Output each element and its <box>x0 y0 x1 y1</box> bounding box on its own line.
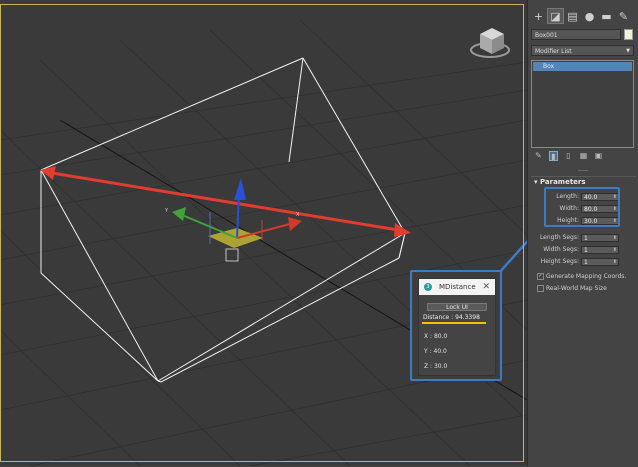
chevron-down-icon: ▼ <box>626 48 630 54</box>
width-segs-value: 1 <box>584 247 588 254</box>
stack-toolbar: ✎ ▮ ▯ ▦ ▣ <box>531 150 634 162</box>
mdistance-callout: 3 MDistance ✕ Lock UI Distance : 94.3398… <box>410 270 502 381</box>
z-readout: Z : 30.0 <box>424 363 448 370</box>
configure-modifier-sets-icon[interactable]: ▣ <box>594 151 603 161</box>
svg-text:Y: Y <box>164 208 169 214</box>
viewcube-icon[interactable] <box>470 28 510 58</box>
mdistance-title: MDistance <box>439 283 476 291</box>
distance-underline <box>422 322 486 324</box>
hierarchy-tab-icon[interactable]: ▤ <box>564 8 581 24</box>
callout-connector <box>497 239 527 275</box>
height-segs-label: Height Segs: <box>540 258 579 265</box>
height-segs-spinner[interactable]: 1 ⬍ <box>581 258 619 266</box>
x-readout: X : 80.0 <box>424 333 448 340</box>
width-segs-spinner[interactable]: 1 ⬍ <box>581 246 619 254</box>
remove-modifier-icon[interactable]: ▦ <box>579 151 588 161</box>
distance-readout: Distance : 94.3398 <box>423 314 480 321</box>
parameters-rollout-title[interactable]: ▾ Parameters <box>531 177 636 187</box>
app-logo-icon: 3 <box>424 283 432 291</box>
object-color-swatch[interactable] <box>624 29 633 40</box>
svg-text:X: X <box>296 212 300 218</box>
command-panel: + ◪ ▤ ● ▬ ✎ Box001 Modifier List ▼ Box ✎… <box>527 0 638 467</box>
modifier-list-dropdown[interactable]: Modifier List ▼ <box>531 45 634 56</box>
mdistance-dialog: 3 MDistance ✕ Lock UI Distance : 94.3398… <box>418 278 496 376</box>
make-unique-icon[interactable]: ▯ <box>564 151 573 161</box>
real-world-label: Real-World Map Size <box>546 285 607 292</box>
spinner-arrows-icon[interactable]: ⬍ <box>613 259 617 266</box>
panel-divider <box>578 170 588 171</box>
modifier-stack[interactable]: Box <box>531 60 634 148</box>
modify-tab-icon[interactable]: ◪ <box>547 8 564 24</box>
pin-stack-icon[interactable]: ✎ <box>534 151 543 161</box>
width-segs-label: Width Segs: <box>543 246 579 253</box>
generate-mapping-checkbox[interactable]: ✓ Generate Mapping Coords. <box>537 272 637 281</box>
generate-mapping-label: Generate Mapping Coords. <box>546 273 627 280</box>
viewport-scene: Y X <box>0 19 527 466</box>
lock-ui-button[interactable]: Lock UI <box>427 303 487 311</box>
perspective-viewport[interactable]: Y X <box>0 0 527 466</box>
measure-distance-arrow <box>40 166 411 237</box>
dimensions-highlight-box <box>544 187 620 227</box>
length-segs-param: Length Segs: 1 ⬍ <box>531 233 631 243</box>
length-segs-label: Length Segs: <box>539 234 579 241</box>
length-segs-spinner[interactable]: 1 ⬍ <box>581 234 619 242</box>
parameters-title-text: Parameters <box>539 178 586 186</box>
box-pivot-square <box>225 248 239 262</box>
height-segs-param: Height Segs: 1 ⬍ <box>531 257 631 267</box>
checkbox-unchecked-icon <box>537 285 544 292</box>
create-tab-icon[interactable]: + <box>530 8 547 24</box>
real-world-map-size-checkbox[interactable]: Real-World Map Size <box>537 284 637 293</box>
show-end-result-icon[interactable]: ▮ <box>549 151 558 161</box>
mdistance-titlebar: 3 MDistance ✕ <box>419 279 495 295</box>
transform-gizmo[interactable]: Y X <box>164 178 302 248</box>
spinner-arrows-icon[interactable]: ⬍ <box>613 247 617 254</box>
ground-grid <box>0 19 527 466</box>
command-panel-tabs: + ◪ ▤ ● ▬ ✎ <box>530 8 636 26</box>
stack-item-box[interactable]: Box <box>533 62 632 71</box>
y-readout: Y : 40.0 <box>424 348 447 355</box>
height-segs-value: 1 <box>584 259 588 266</box>
display-tab-icon[interactable]: ▬ <box>598 8 615 24</box>
utilities-tab-icon[interactable]: ✎ <box>615 8 632 24</box>
length-segs-value: 1 <box>584 235 588 242</box>
motion-tab-icon[interactable]: ● <box>581 8 598 24</box>
spinner-arrows-icon[interactable]: ⬍ <box>613 235 617 242</box>
width-segs-param: Width Segs: 1 ⬍ <box>531 245 631 255</box>
object-name-field[interactable]: Box001 <box>531 29 621 40</box>
checkbox-checked-icon: ✓ <box>537 273 544 280</box>
close-icon[interactable]: ✕ <box>482 279 490 295</box>
modifier-list-label: Modifier List <box>535 48 572 55</box>
